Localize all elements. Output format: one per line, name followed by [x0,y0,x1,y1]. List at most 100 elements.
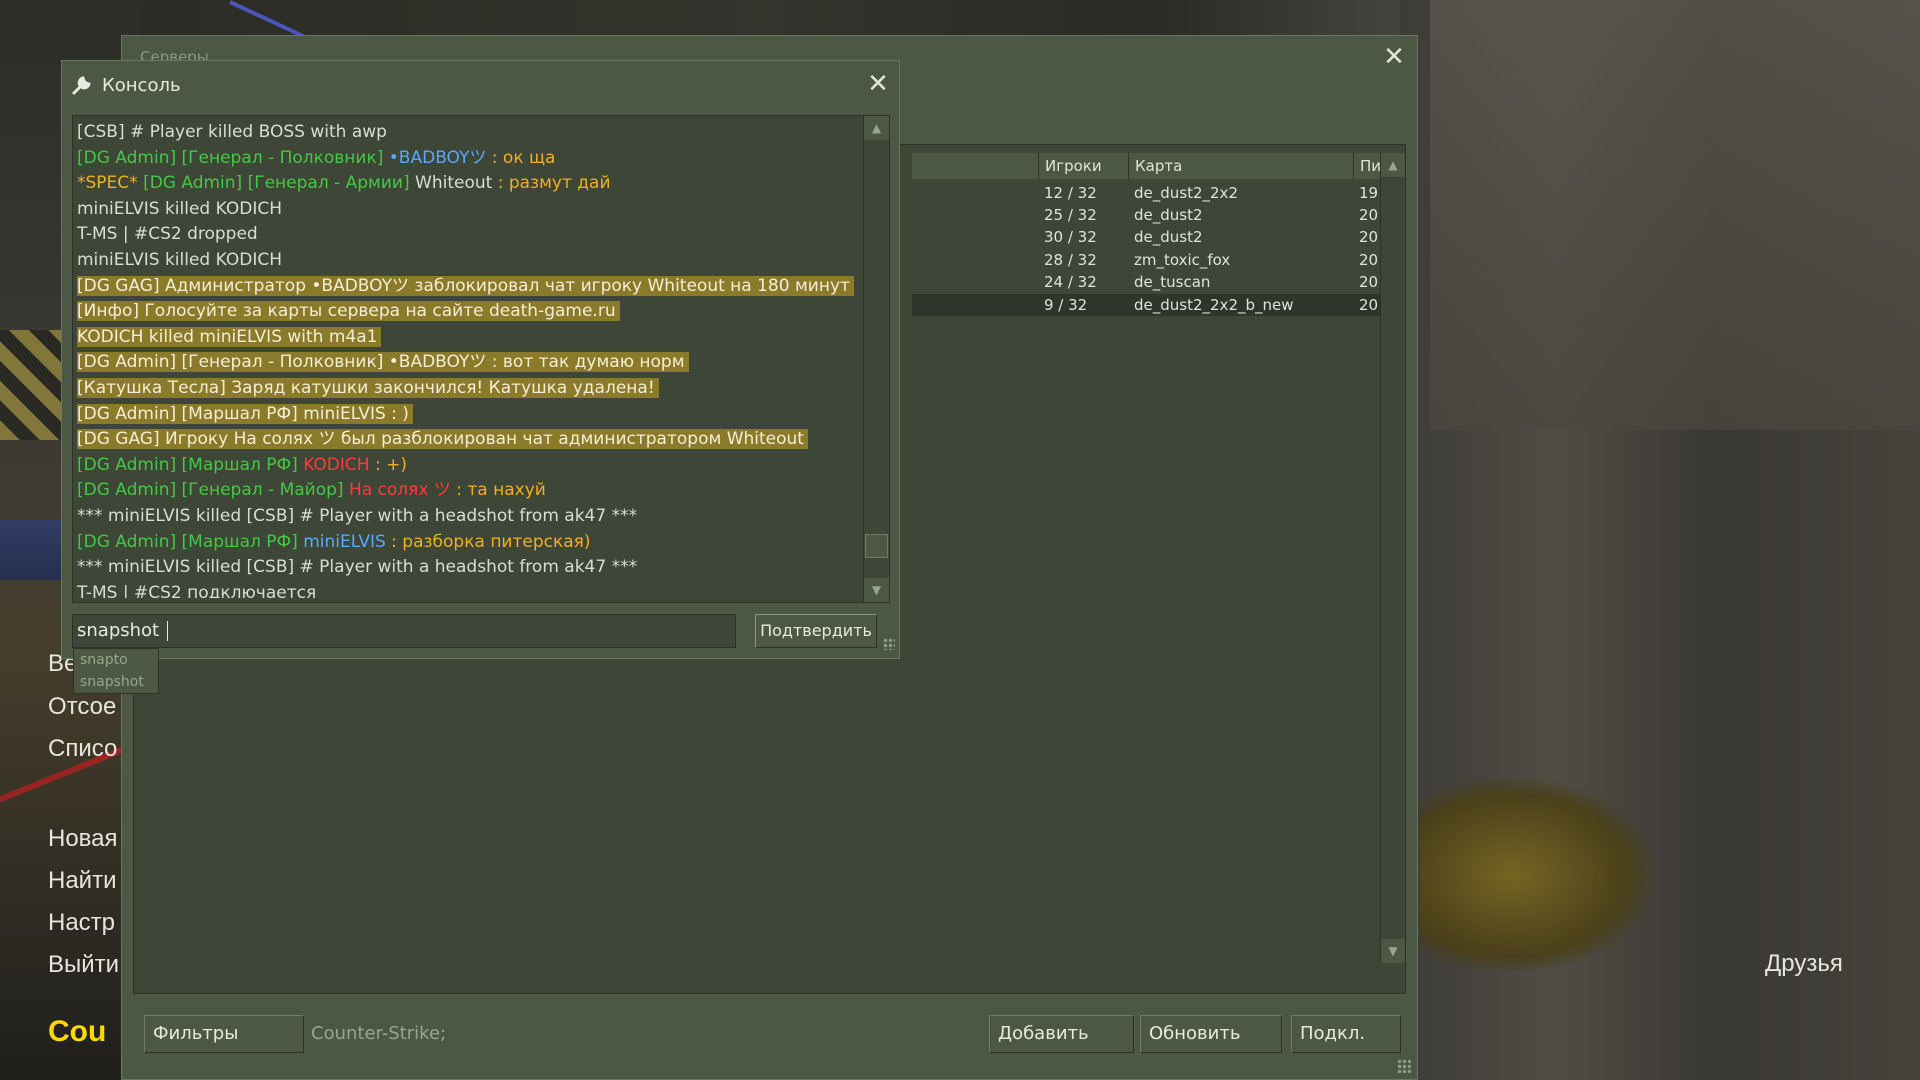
menu-item-disconnect[interactable]: Отсое [48,693,116,721]
column-header-map[interactable]: Карта [1128,153,1353,179]
refresh-button[interactable]: Обновить [1140,1015,1282,1053]
autocomplete-dropdown: snapto snapshot [73,648,159,694]
friends-button[interactable]: Друзья [1765,950,1843,978]
console-text-segment: На солях ツ [348,480,451,501]
server-map: de_dust2 [1134,206,1203,224]
menu-item-quit[interactable]: Выйти [48,951,119,979]
console-text-segment: [DG Admin] [Генерал - Армии] [143,173,416,194]
console-log: [CSB] # Player killed BOSS with awp [DG A… [72,115,890,603]
resize-grip-icon[interactable] [883,638,895,650]
connect-button[interactable]: Подкл. [1291,1015,1401,1053]
autocomplete-item[interactable]: snapshot [74,671,158,693]
server-ping: 20 [1359,251,1379,269]
console-line-highlight: [Катушка Тесла] Заряд катушки закончился… [77,377,659,398]
console-text-segment: [DG Admin] [Генерал - Полковник] •BADBOY… [77,352,685,373]
console-window: Консоль ✕ [CSB] # Player killed BOSS wit… [61,60,900,659]
server-map: de_dust2_2x2_b_new [1134,296,1294,314]
console-command-input[interactable]: snapshot [72,614,736,648]
scroll-thumb[interactable] [865,534,888,558]
submit-button[interactable]: Подтвердить [755,614,877,648]
server-row[interactable]: 25 / 32 de_dust2 20 [912,204,1392,226]
menu-item-options[interactable]: Настр [48,909,115,937]
console-text-segment: T-MS | #CS2 dropped [77,224,258,245]
resize-grip-icon[interactable] [1397,1059,1411,1073]
server-row[interactable]: 24 / 32 de_tuscan 20 [912,271,1392,293]
server-list-header: Игроки Карта Пинг [912,153,1399,179]
server-list-scrollbar[interactable]: ▲ ▼ [1380,153,1405,963]
console-text-segment: : та нахуй [450,480,546,501]
console-text-segment: [DG Admin] [Маршал РФ] [77,531,304,552]
close-icon[interactable]: ✕ [1381,44,1407,70]
scroll-down-icon[interactable]: ▼ [1381,939,1405,963]
background-crate-top [1430,0,1920,430]
console-log-lines: [CSB] # Player killed BOSS with awp [DG A… [77,120,862,598]
main-menu: Ве Отсое Списо Новая Найти Настр Выйти [48,650,128,980]
console-line: [DG Admin] [Генерал - Полковник] •BADBOY… [77,350,862,376]
scroll-up-icon[interactable]: ▲ [1381,153,1405,177]
filters-button[interactable]: Фильтры [144,1015,304,1053]
server-ping: 20 [1359,273,1379,291]
game-logo: Cou [48,1015,107,1048]
server-map: de_dust2_2x2 [1134,184,1238,202]
menu-item-find-servers[interactable]: Найти [48,867,116,895]
console-text-segment: miniELVIS killed KODICH [77,249,282,270]
console-text-segment: [DG GAG] Игроку На солях ツ был разблокир… [77,429,804,450]
menu-item-new-game[interactable]: Новая [48,825,118,853]
console-line: miniELVIS killed KODICH [77,197,862,223]
console-line-highlight: [DG GAG] Администратор •BADBOYツ заблокир… [77,275,854,296]
console-text-segment: miniELVIS [303,531,386,552]
menu-item-player-list[interactable]: Списо [48,735,117,763]
server-map: zm_toxic_fox [1134,251,1231,269]
console-text-segment: KODICH killed miniELVIS with m4a1 [77,326,378,347]
console-line: KODICH killed miniELVIS with m4a1 [77,325,862,351]
console-line: T-MS | #CS2 dropped [77,222,862,248]
console-text-segment: *** miniELVIS killed [CSB] # Player with… [77,557,638,578]
scroll-up-icon[interactable]: ▲ [864,116,889,140]
console-line-highlight: [Инфо] Голосуйте за карты сервера на сай… [77,301,620,322]
background-weapon [1420,780,1650,970]
console-text-segment: *** miniELVIS killed [CSB] # Player with… [77,505,638,526]
server-row[interactable]: 28 / 32 zm_toxic_fox 20 [912,249,1392,271]
console-line: T-MS | #CS2 подключается [77,581,862,598]
server-ping: 20 [1359,296,1379,314]
server-players: 12 / 32 [1044,184,1097,202]
console-text-segment: *SPEC* [77,173,144,194]
server-row[interactable]: 12 / 32 de_dust2_2x2 19 [912,182,1392,204]
console-text-segment: : ок ща [486,147,556,168]
console-text-segment: [CSB] # Player killed BOSS with awp [77,122,387,142]
scroll-down-icon[interactable]: ▼ [864,578,889,602]
console-text-segment: KODICH [303,454,370,475]
console-text-segment: [DG Admin] [Генерал - Майор] [77,480,349,501]
console-text-segment: T-MS | #CS2 подключается [77,582,317,598]
console-line: [DG Admin] [Маршал РФ] miniELVIS : разбо… [77,530,862,556]
console-line: [DG GAG] Игроку На солях ツ был разблокир… [77,427,862,453]
console-text-segment: [DG GAG] Администратор •BADBOYツ заблокир… [77,275,850,296]
column-header-players[interactable]: Игроки [1038,153,1128,179]
text-caret [166,621,168,641]
console-text-segment: [DG Admin] [Генерал - Полковник] [77,147,389,168]
console-text-segment: : разборка питерская) [385,531,591,552]
server-browser-toolbar: Фильтры Counter-Strike; Добавить Обновит… [133,997,1406,1065]
console-line: [Инфо] Голосуйте за карты сервера на сай… [77,299,862,325]
console-line: [CSB] # Player killed BOSS with awp [77,120,862,146]
server-row-selected[interactable]: 9 / 32 de_dust2_2x2_b_new 20 [912,294,1392,316]
add-server-button[interactable]: Добавить [989,1015,1134,1053]
console-line: *** miniELVIS killed [CSB] # Player with… [77,504,862,530]
console-line: miniELVIS killed KODICH [77,248,862,274]
console-line: [DG GAG] Администратор •BADBOYツ заблокир… [77,274,862,300]
console-text-segment: [DG Admin] [Маршал РФ] miniELVIS : ) [77,403,409,424]
autocomplete-item[interactable]: snapto [74,649,158,671]
server-players: 9 / 32 [1044,296,1088,314]
server-players: 28 / 32 [1044,251,1097,269]
server-ping: 20 [1359,206,1379,224]
server-list: Игроки Карта Пинг 12 / 32 de_dust2_2x2 1… [912,153,1405,963]
console-line: [DG Admin] [Генерал - Майор] На солях ツ … [77,478,862,504]
console-line: [Катушка Тесла] Заряд катушки закончился… [77,376,862,402]
console-scrollbar[interactable]: ▲ ▼ [863,116,889,602]
console-line-highlight: KODICH killed miniELVIS with m4a1 [77,326,382,347]
filter-summary: Counter-Strike; [311,1023,447,1044]
console-text-segment: miniELVIS killed KODICH [77,198,282,219]
server-row[interactable]: 30 / 32 de_dust2 20 [912,226,1392,248]
console-text-segment: [DG Admin] [Маршал РФ] [77,454,304,475]
close-icon[interactable]: ✕ [865,71,891,97]
